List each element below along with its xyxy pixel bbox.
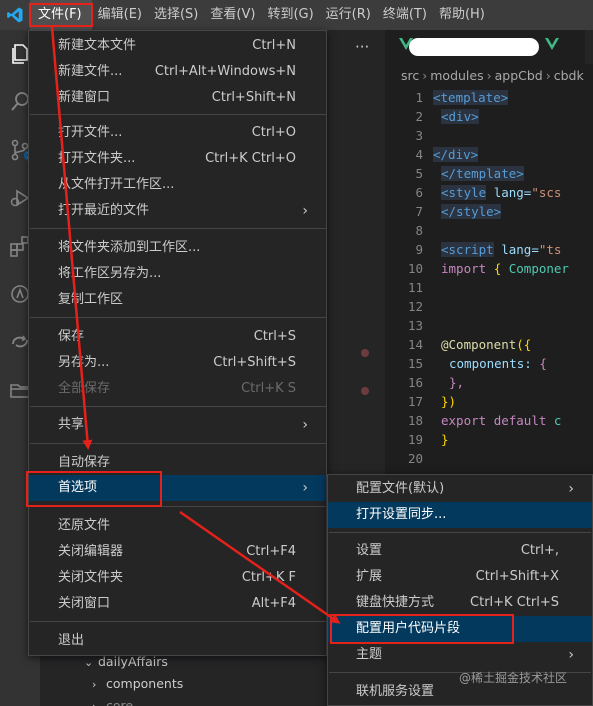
tree-item-core[interactable]: ›core [92,695,133,706]
chevron-right-icon: › [92,696,106,706]
watermark: @稀土掘金技术社区 [459,671,568,685]
code-line[interactable]: 16}, [385,373,464,392]
menu-separator [30,228,326,229]
code-line[interactable]: 19} [385,430,449,449]
menu-edit[interactable]: 编辑(E) [92,0,148,30]
annotation-box-preferences [26,471,162,507]
menu-item-save-all: 全部保存 Ctrl+K S [58,381,296,396]
menu-item-new-text-file[interactable]: 新建文本文件 Ctrl+N [29,33,326,59]
menu-item-add-folder-to-workspace[interactable]: 将文件夹添加到工作区... [29,235,326,261]
chevron-right-icon: › [92,678,97,691]
code-line[interactable]: 8 [385,221,433,240]
menu-item-save[interactable]: 保存 Ctrl+S [29,324,326,350]
menu-item-share[interactable]: 共享 › [29,412,326,438]
breakpoint-marker[interactable] [361,387,369,395]
menu-separator [30,621,326,622]
chevron-right-icon: › [302,480,308,496]
menu-go[interactable]: 转到(G) [261,0,319,30]
code-line[interactable]: 13 [385,316,433,335]
breadcrumb: src › modules › appCbd › cbdk [401,68,584,83]
menu-item-theme[interactable]: 主题 › [328,642,592,668]
menu-item-new-file[interactable]: 新建文件... Ctrl+Alt+Windows+N [29,59,326,85]
code-line[interactable]: 14 @Component({ [385,335,531,354]
menu-item-settings[interactable]: 设置 Ctrl+, [328,538,592,564]
code-line[interactable]: 11 [385,278,433,297]
code-line[interactable]: 7 </style> [385,202,502,221]
editor-tabs [385,30,593,64]
menu-item-revert-file[interactable]: 还原文件 [29,513,326,539]
code-line[interactable]: 1 <template> [385,88,509,107]
editor-tab[interactable] [385,30,585,64]
menu-separator [30,317,326,318]
menu-item-profile-default[interactable]: 配置文件(默认) › [328,476,592,502]
tree-item-label: core [106,698,134,706]
vue-icon [545,38,559,50]
code-line[interactable]: 5 </template> [385,164,524,183]
breakpoint-marker[interactable] [361,349,369,357]
annotation-box-user-snippets [330,614,514,644]
menu-item-open-folder[interactable]: 打开文件夹... Ctrl+K Ctrl+O [29,146,326,172]
menu-item-duplicate-workspace[interactable]: 复制工作区 [29,287,326,313]
chevron-right-icon: › [302,203,308,219]
menu-separator [329,532,591,533]
code-line[interactable]: 20 [385,449,433,468]
menu-item-close-window[interactable]: 关闭窗口 Alt+F4 [29,591,326,617]
menu-item-open-workspace-from-file[interactable]: 从文件打开工作区... [29,172,326,198]
code-line[interactable]: 2 <div> [385,107,479,126]
menu-item-open-recent[interactable]: 打开最近的文件 › [29,198,326,224]
menu-item-open-file[interactable]: 打开文件... Ctrl+O [29,120,326,146]
breadcrumb-item[interactable]: modules [430,68,483,83]
vscode-logo-icon [0,0,30,30]
code-line[interactable]: 4 </div> [385,145,479,164]
menu-item-exit[interactable]: 退出 [29,628,326,654]
menu-help[interactable]: 帮助(H) [433,0,491,30]
breadcrumb-item[interactable]: appCbd [495,68,543,83]
menu-item-new-window[interactable]: 新建窗口 Ctrl+Shift+N [29,85,326,111]
more-actions-icon[interactable]: ··· [355,38,369,56]
menu-run[interactable]: 运行(R) [320,0,377,30]
code-line[interactable]: 17}) [385,392,456,411]
menu-item-save-workspace-as[interactable]: 将工作区另存为... [29,261,326,287]
menu-item-keyboard-shortcuts[interactable]: 键盘快捷方式 Ctrl+K Ctrl+S [328,590,592,616]
code-line[interactable]: 9 <script lang="ts [385,240,561,259]
code-line[interactable]: 18 export default c [385,411,562,430]
menu-separator [30,406,326,407]
annotation-box-file [29,3,93,27]
code-line[interactable]: 3 [385,126,433,145]
tree-item-components[interactable]: › components [92,673,183,695]
menu-item-close-editor[interactable]: 关闭编辑器 Ctrl+F4 [29,539,326,565]
menu-item-extensions[interactable]: 扩展 Ctrl+Shift+X [328,564,592,590]
tree-item-label: dailyAffairs [98,654,168,669]
menu-separator [30,443,326,444]
chevron-right-icon: › [568,647,574,663]
breadcrumb-item[interactable]: cbdk [554,68,584,83]
chevron-right-icon: › [568,481,574,497]
tree-item-label: components [106,676,184,691]
breadcrumb-item[interactable]: src [401,68,419,83]
menu-item-settings-sync[interactable]: 打开设置同步... [328,502,592,528]
code-line[interactable]: 10 import { Componer [385,259,569,278]
code-line[interactable]: 12 [385,297,433,316]
code-line[interactable]: 6 <style lang="scs [385,183,561,202]
menu-selection[interactable]: 选择(S) [148,0,204,30]
redacted-tab-title [409,38,539,56]
menu-view[interactable]: 查看(V) [204,0,261,30]
code-line[interactable]: 15 components: { [385,354,547,373]
menu-item-close-folder[interactable]: 关闭文件夹 Ctrl+K F [29,565,326,591]
chevron-right-icon: › [302,417,308,433]
file-menu: 新建文本文件 Ctrl+N 新建文件... Ctrl+Alt+Windows+N 新… [28,30,327,656]
menu-separator [30,114,326,115]
menu-item-save-as[interactable]: 另存为... Ctrl+Shift+S [29,350,326,376]
menu-terminal[interactable]: 终端(T) [377,0,433,30]
